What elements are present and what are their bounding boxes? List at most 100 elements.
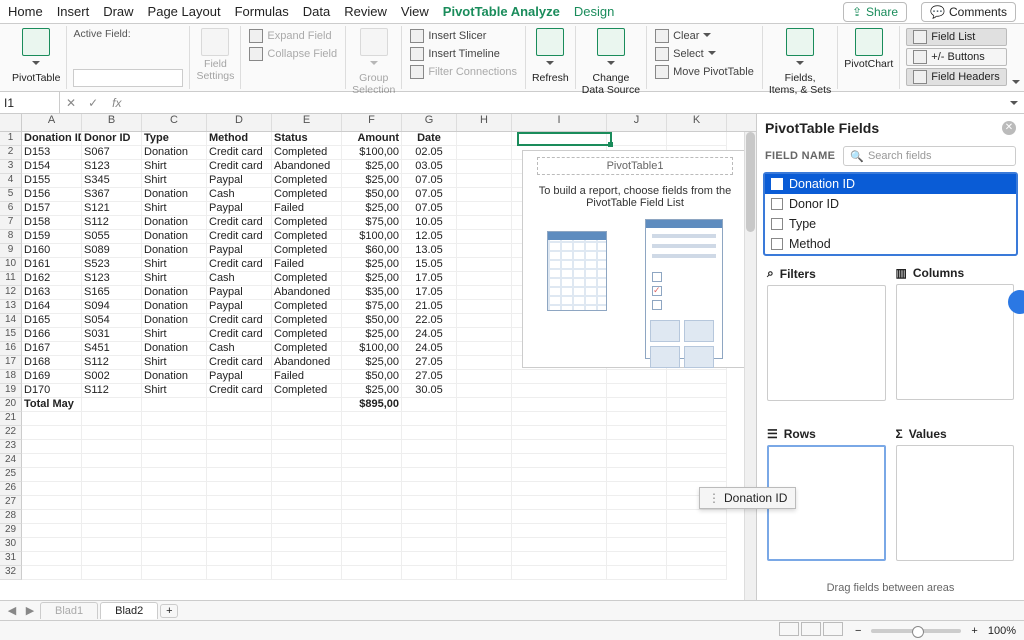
cell[interactable] xyxy=(142,566,207,580)
cell[interactable]: S451 xyxy=(82,342,142,356)
cell[interactable] xyxy=(667,440,727,454)
select-all-corner[interactable] xyxy=(0,114,22,131)
cell[interactable] xyxy=(457,314,512,328)
cell[interactable] xyxy=(512,496,607,510)
cell[interactable]: S054 xyxy=(82,314,142,328)
cell[interactable] xyxy=(82,524,142,538)
select-button[interactable]: Select xyxy=(653,46,756,62)
cell[interactable] xyxy=(342,482,402,496)
cell[interactable] xyxy=(22,482,82,496)
cell[interactable]: S121 xyxy=(82,202,142,216)
cell[interactable]: S112 xyxy=(82,216,142,230)
zoom-slider[interactable] xyxy=(871,629,961,633)
table-row[interactable]: 20Total May$895,00 xyxy=(0,398,756,412)
tab-view[interactable]: View xyxy=(401,4,429,19)
change-data-source-button[interactable]: Change Data Source xyxy=(582,28,640,96)
row-header[interactable]: 26 xyxy=(0,482,22,496)
cell[interactable] xyxy=(667,384,727,398)
table-row[interactable]: 22 xyxy=(0,426,756,440)
cell[interactable] xyxy=(607,510,667,524)
cell[interactable] xyxy=(512,398,607,412)
cell[interactable] xyxy=(667,566,727,580)
cell[interactable]: S345 xyxy=(82,174,142,188)
cell[interactable] xyxy=(402,552,457,566)
cell[interactable] xyxy=(207,524,272,538)
row-header[interactable]: 8 xyxy=(0,230,22,244)
cell[interactable] xyxy=(142,552,207,566)
row-header[interactable]: 12 xyxy=(0,286,22,300)
cell[interactable]: 13.05 xyxy=(402,244,457,258)
cell[interactable]: S112 xyxy=(82,356,142,370)
cancel-formula-icon[interactable]: ✕ xyxy=(60,96,82,110)
cell[interactable]: Amount xyxy=(342,132,402,146)
row-header[interactable]: 28 xyxy=(0,510,22,524)
cell[interactable] xyxy=(82,496,142,510)
zoom-level[interactable]: 100% xyxy=(988,625,1016,637)
cell[interactable] xyxy=(457,454,512,468)
cell[interactable] xyxy=(22,468,82,482)
cell[interactable]: Paypal xyxy=(207,300,272,314)
table-row[interactable]: 21 xyxy=(0,412,756,426)
zoom-in-button[interactable]: + xyxy=(971,625,977,637)
cell[interactable]: D170 xyxy=(22,384,82,398)
add-sheet-button[interactable]: + xyxy=(160,604,178,618)
cell[interactable]: D169 xyxy=(22,370,82,384)
row-header[interactable]: 3 xyxy=(0,160,22,174)
cell[interactable] xyxy=(82,552,142,566)
cell[interactable]: S523 xyxy=(82,258,142,272)
cell[interactable] xyxy=(512,524,607,538)
cell[interactable] xyxy=(342,566,402,580)
cell[interactable] xyxy=(402,398,457,412)
cell[interactable]: Donation xyxy=(142,230,207,244)
cell[interactable] xyxy=(607,132,667,146)
cell[interactable] xyxy=(207,398,272,412)
cell[interactable]: Completed xyxy=(272,384,342,398)
cell[interactable] xyxy=(607,468,667,482)
cell[interactable] xyxy=(457,244,512,258)
cell[interactable] xyxy=(142,468,207,482)
cell[interactable]: Cash xyxy=(207,342,272,356)
cell[interactable] xyxy=(272,496,342,510)
cell[interactable]: $25,00 xyxy=(342,328,402,342)
search-fields-input[interactable]: 🔍 Search fields xyxy=(843,146,1016,166)
cell[interactable]: D158 xyxy=(22,216,82,230)
cell[interactable] xyxy=(142,538,207,552)
cell[interactable]: Date xyxy=(402,132,457,146)
cell[interactable] xyxy=(272,510,342,524)
cell[interactable] xyxy=(207,538,272,552)
col-header[interactable]: B xyxy=(82,114,142,131)
cell[interactable] xyxy=(207,426,272,440)
cell[interactable]: 22.05 xyxy=(402,314,457,328)
cell[interactable]: 07.05 xyxy=(402,174,457,188)
cell[interactable] xyxy=(402,482,457,496)
cell[interactable]: Type xyxy=(142,132,207,146)
row-header[interactable]: 22 xyxy=(0,426,22,440)
cell[interactable]: Total May xyxy=(22,398,82,412)
cell[interactable]: S089 xyxy=(82,244,142,258)
cell[interactable]: Failed xyxy=(272,258,342,272)
cell[interactable] xyxy=(457,440,512,454)
table-row[interactable]: 24 xyxy=(0,454,756,468)
cell[interactable] xyxy=(512,566,607,580)
cell[interactable]: Credit card xyxy=(207,384,272,398)
cell[interactable] xyxy=(457,132,512,146)
row-header[interactable]: 32 xyxy=(0,566,22,580)
col-header[interactable]: E xyxy=(272,114,342,131)
cell[interactable] xyxy=(272,398,342,412)
cell[interactable] xyxy=(272,468,342,482)
row-header[interactable]: 24 xyxy=(0,454,22,468)
table-row[interactable]: 23 xyxy=(0,440,756,454)
cell[interactable] xyxy=(402,510,457,524)
cell[interactable] xyxy=(607,440,667,454)
view-switcher[interactable] xyxy=(779,622,845,639)
cell[interactable] xyxy=(207,412,272,426)
cell[interactable]: $60,00 xyxy=(342,244,402,258)
cell[interactable]: 30.05 xyxy=(402,384,457,398)
cell[interactable]: Shirt xyxy=(142,258,207,272)
cell[interactable]: 07.05 xyxy=(402,188,457,202)
col-header[interactable]: G xyxy=(402,114,457,131)
table-row[interactable]: 19D170S112ShirtCredit cardCompleted$25,0… xyxy=(0,384,756,398)
cell[interactable] xyxy=(82,468,142,482)
cell[interactable] xyxy=(457,202,512,216)
cell[interactable]: Donation xyxy=(142,146,207,160)
